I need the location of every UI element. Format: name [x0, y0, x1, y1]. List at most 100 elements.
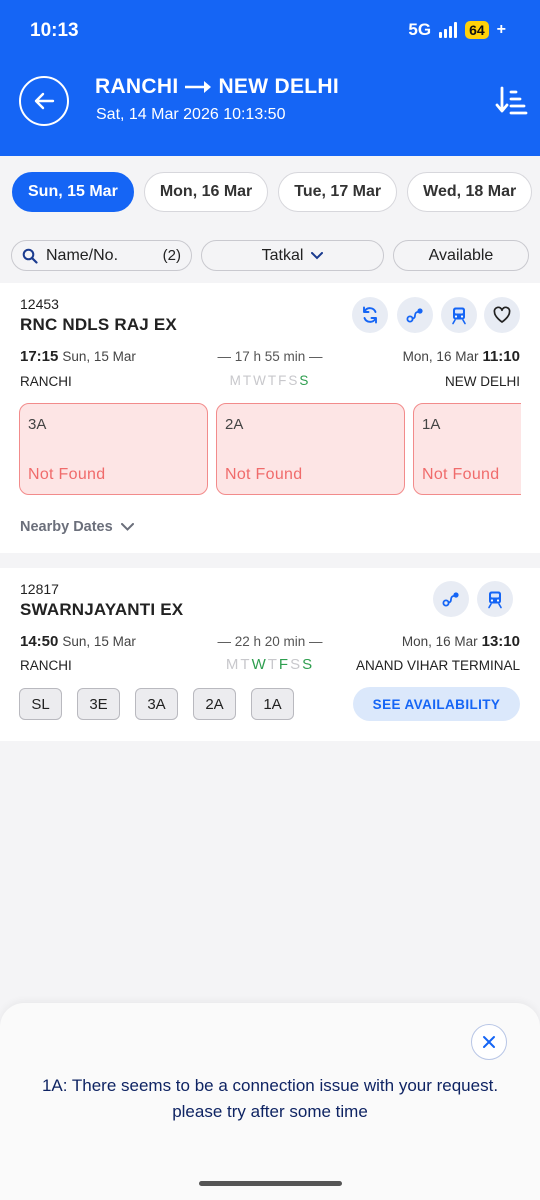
chevron-down-icon — [311, 251, 324, 259]
class-availability-list: 3A Not Found 2A Not Found 1A Not Found — [19, 403, 521, 495]
day-wed: W — [251, 656, 268, 673]
departure-date: Sun, 15 Mar — [62, 634, 136, 649]
battery-icon: 64 — [465, 21, 489, 39]
journey-duration: — 22 h 20 min — — [217, 634, 323, 649]
class-box-3a[interactable]: 3A Not Found — [19, 403, 208, 495]
toast-close-button[interactable] — [471, 1024, 507, 1060]
day-sun: S — [299, 373, 311, 388]
date-tab-wed-18[interactable]: Wed, 18 Mar — [407, 172, 533, 212]
route-button[interactable] — [397, 297, 433, 333]
day-fri: F — [278, 373, 289, 388]
train-card[interactable]: 12817 SWARNJAYANTI EX 14:50 Sun, 15 Mar —… — [0, 568, 540, 741]
train-number: 12453 — [20, 296, 59, 312]
journey-duration: — 17 h 55 min — — [217, 349, 323, 364]
back-button[interactable] — [19, 76, 69, 126]
day-thu: T — [267, 656, 279, 673]
class-box-2a[interactable]: 2A Not Found — [216, 403, 405, 495]
train-card[interactable]: 12453 RNC NDLS RAJ EX 17:15 Sun, 15 Mar —… — [0, 283, 540, 553]
class-chip-3a[interactable]: 3A — [135, 688, 178, 720]
day-sat: S — [290, 656, 303, 673]
charging-icon: + — [496, 21, 506, 38]
date-tab-mon-16[interactable]: Mon, 16 Mar — [143, 172, 269, 212]
arrival-time-value: 13:10 — [481, 633, 520, 650]
departure-time-value: 17:15 — [20, 348, 59, 365]
nearby-dates-toggle[interactable]: Nearby Dates — [20, 519, 134, 535]
train-info-button[interactable] — [477, 581, 513, 617]
status-time: 10:13 — [30, 20, 79, 41]
class-code: 2A — [225, 416, 244, 433]
quota-dropdown[interactable]: Tatkal — [201, 240, 384, 271]
train-name: SWARNJAYANTI EX — [20, 600, 184, 619]
refresh-icon — [363, 306, 377, 324]
class-code: 3A — [28, 416, 47, 433]
gesture-home-bar[interactable] — [199, 1181, 342, 1186]
arrival-time: Mon, 16 Mar 11:10 — [403, 348, 520, 365]
search-filter-label: Name/No. — [46, 246, 119, 264]
close-icon — [483, 1036, 495, 1048]
running-days: MTWTFSS — [217, 373, 323, 388]
class-status: Not Found — [422, 466, 500, 483]
class-code: 1A — [422, 416, 441, 433]
origin-station: RANCHI — [95, 75, 179, 98]
search-icon — [22, 248, 38, 264]
day-wed: W — [253, 373, 268, 388]
signal-icon — [439, 22, 458, 38]
to-station: NEW DELHI — [444, 374, 520, 389]
class-chip-1a[interactable]: 1A — [251, 688, 294, 720]
day-sun: S — [302, 656, 315, 673]
day-mon: M — [225, 656, 241, 673]
train-name: RNC NDLS RAJ EX — [20, 315, 177, 334]
departure-date: Sun, 15 Mar — [62, 349, 136, 364]
running-days: MTWTFSS — [217, 656, 323, 673]
class-chip-sl[interactable]: SL — [19, 688, 62, 720]
train-icon — [452, 307, 466, 325]
departure-time: 14:50 Sun, 15 Mar — [20, 633, 136, 650]
class-box-1a[interactable]: 1A Not Found — [413, 403, 521, 495]
heart-icon — [493, 306, 511, 323]
destination-station: NEW DELHI — [218, 75, 339, 98]
refresh-button[interactable] — [352, 297, 388, 333]
date-tab-sun-15[interactable]: Sun, 15 Mar — [12, 172, 134, 212]
route-icon — [406, 308, 423, 323]
day-tue: T — [240, 656, 252, 673]
arrival-time: Mon, 16 Mar 13:10 — [402, 633, 520, 650]
date-tab-tue-17[interactable]: Tue, 17 Mar — [278, 172, 398, 212]
class-status: Not Found — [225, 466, 303, 483]
route-button[interactable] — [433, 581, 469, 617]
quota-label: Tatkal — [261, 246, 304, 264]
sort-icon — [495, 86, 528, 115]
departure-time: 17:15 Sun, 15 Mar — [20, 348, 136, 365]
search-datetime: Sat, 14 Mar 2026 10:13:50 — [96, 106, 286, 123]
app-header: 10:13 5G 64 + RANCHI NEW DELHI Sat, 14 Ma… — [0, 0, 540, 156]
arrow-right-icon — [185, 81, 212, 93]
availability-filter[interactable]: Available — [393, 240, 529, 271]
status-bar: 10:13 5G 64 + — [0, 0, 540, 62]
error-toast: 1A: There seems to be a connection issue… — [0, 1003, 540, 1200]
filter-bar: Name/No. (2) Tatkal Available — [11, 240, 529, 271]
network-type: 5G — [408, 20, 432, 39]
day-fri: F — [278, 656, 291, 673]
favourite-button[interactable] — [484, 297, 520, 333]
class-chip-3e[interactable]: 3E — [77, 688, 120, 720]
date-tabs: Sun, 15 Mar Mon, 16 Mar Tue, 17 Mar Wed,… — [12, 172, 533, 212]
class-status: Not Found — [28, 466, 106, 483]
from-station: RANCHI — [20, 658, 72, 673]
train-info-button[interactable] — [441, 297, 477, 333]
day-thu: T — [267, 373, 279, 388]
see-availability-button[interactable]: SEE AVAILABILITY — [353, 687, 520, 721]
arrival-date: Mon, 16 Mar — [401, 634, 478, 649]
train-search-filter[interactable]: Name/No. (2) — [11, 240, 192, 271]
train-icon — [488, 591, 502, 609]
from-station: RANCHI — [20, 374, 72, 389]
to-station: ANAND VIHAR TERMINAL — [355, 658, 520, 673]
status-indicators: 5G 64 + — [408, 20, 506, 40]
search-filter-count: (2) — [162, 247, 181, 264]
train-number: 12817 — [20, 581, 59, 597]
chevron-down-icon — [120, 523, 134, 531]
route-title: RANCHI NEW DELHI — [95, 75, 339, 99]
sort-button[interactable] — [494, 84, 528, 118]
route-icon — [442, 592, 459, 607]
arrow-left-icon — [34, 92, 55, 110]
departure-time-value: 14:50 — [20, 633, 59, 650]
class-chip-2a[interactable]: 2A — [193, 688, 236, 720]
